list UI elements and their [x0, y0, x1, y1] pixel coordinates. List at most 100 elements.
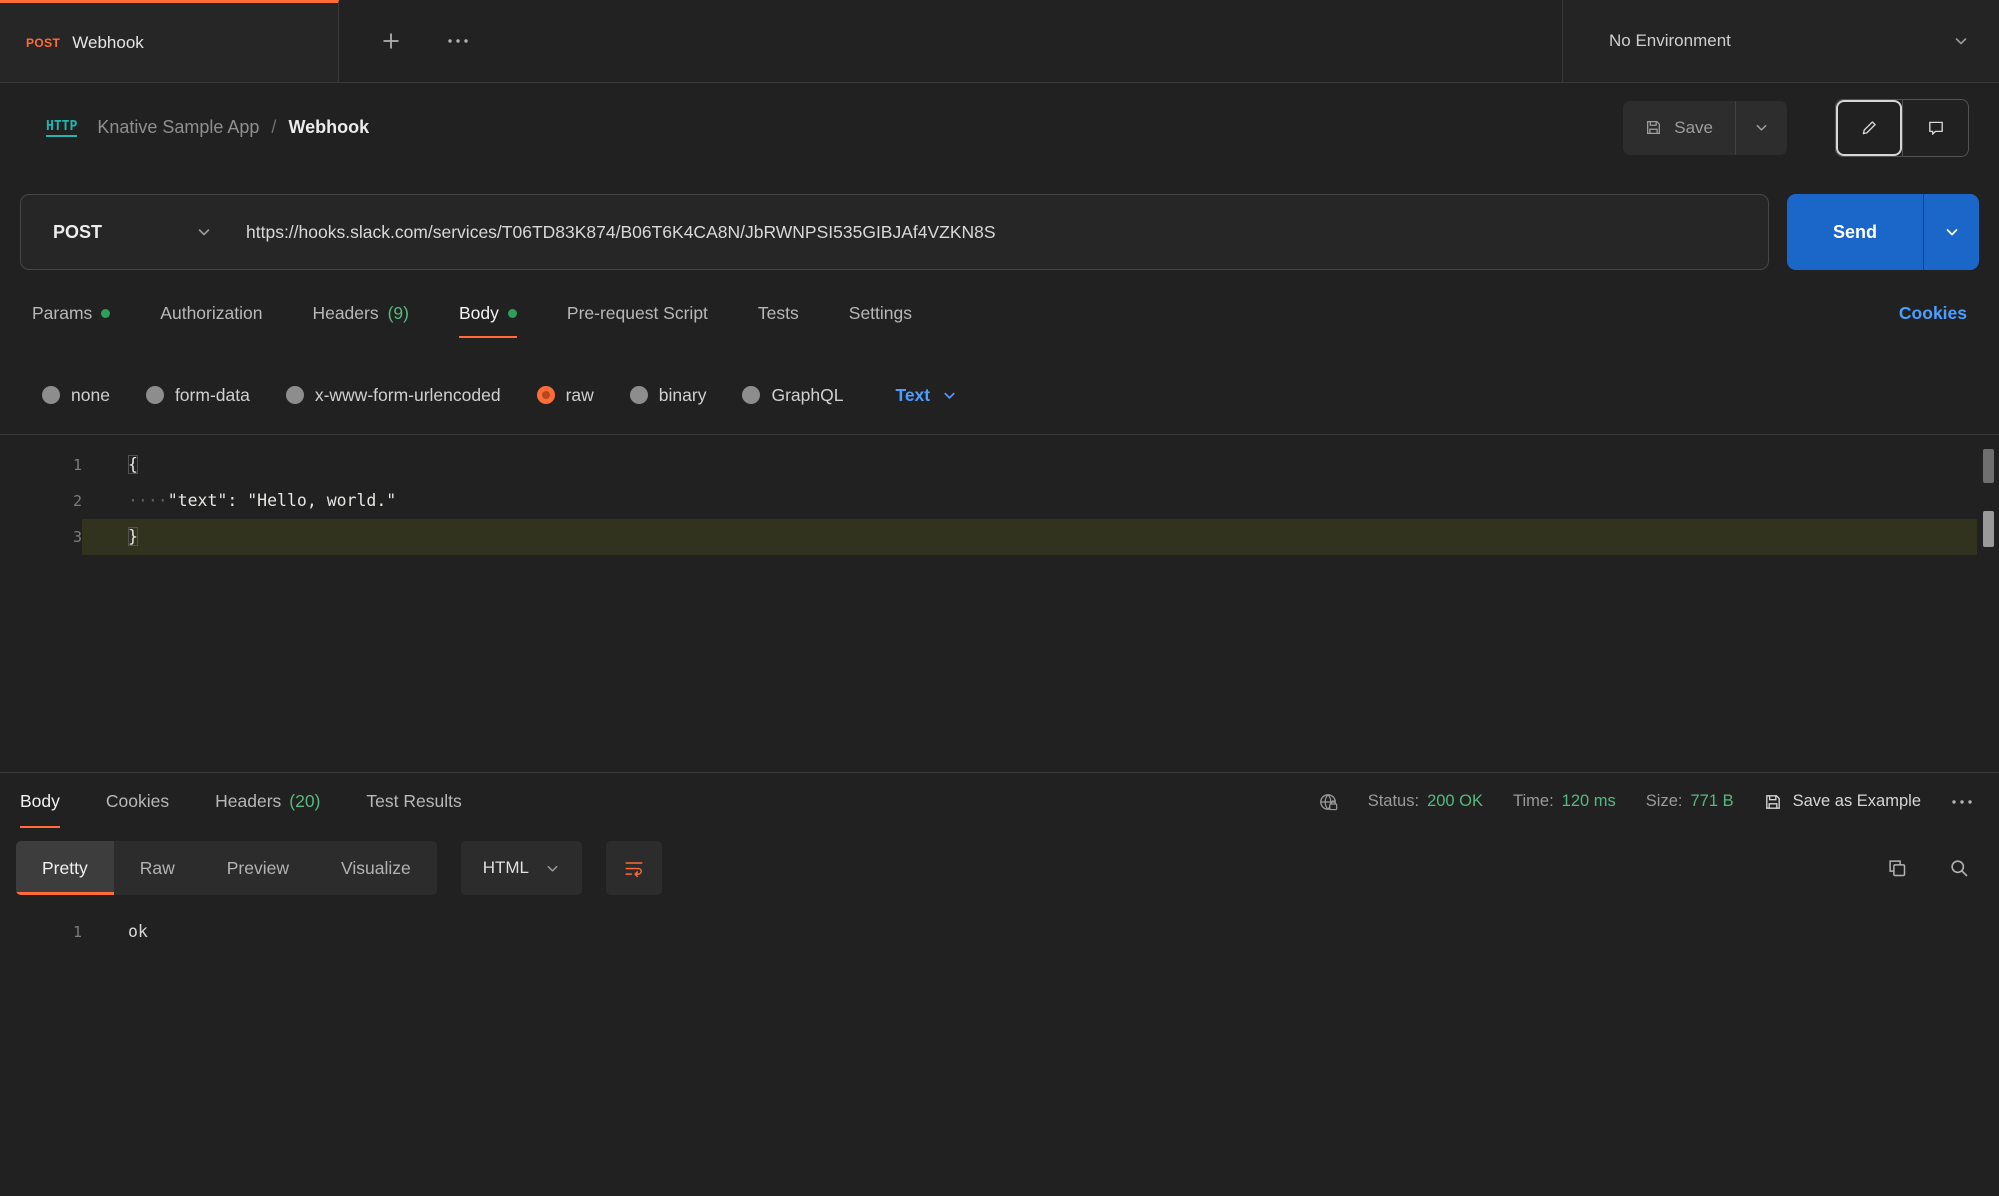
request-section-tabs: Params Authorization Headers (9) Body Pr…: [0, 270, 1999, 356]
tab-params[interactable]: Params: [32, 270, 110, 356]
scrollbar-thumb[interactable]: [1983, 449, 1994, 483]
response-tab-headers[interactable]: Headers (20): [215, 773, 320, 830]
tab-label: Headers: [312, 303, 378, 324]
params-indicator-dot: [101, 309, 110, 318]
size-label: Size:: [1646, 792, 1683, 811]
request-header-actions: Save: [1623, 99, 1969, 157]
response-tab-body[interactable]: Body: [20, 773, 60, 830]
url-row: POST Send: [0, 194, 1999, 270]
radio-icon: [146, 386, 164, 404]
save-button-label: Save: [1674, 118, 1713, 138]
response-tab-test-results[interactable]: Test Results: [366, 773, 461, 830]
edit-documentation-button[interactable]: [1836, 100, 1902, 156]
status-value: 200 OK: [1427, 792, 1483, 811]
response-meta: Status: 200 OK Time: 120 ms Size: 771 B …: [1318, 792, 1973, 812]
save-icon: [1645, 119, 1662, 136]
method-dropdown[interactable]: POST: [21, 222, 246, 243]
response-tab-cookies[interactable]: Cookies: [106, 773, 169, 830]
response-tabs: Body Cookies Headers (20) Test Results: [20, 773, 462, 830]
save-as-example-button[interactable]: Save as Example: [1764, 792, 1921, 811]
response-text: ok: [82, 914, 148, 950]
tab-headers[interactable]: Headers (9): [312, 270, 409, 356]
code-text: {: [128, 455, 138, 474]
body-type-graphql[interactable]: GraphQL: [742, 385, 843, 406]
save-button[interactable]: Save: [1623, 101, 1735, 155]
raw-format-label: Text: [895, 385, 930, 406]
radio-label: GraphQL: [771, 385, 843, 406]
wrap-lines-button[interactable]: [606, 841, 662, 895]
response-line-1: 1 ok: [0, 914, 1999, 950]
radio-label: none: [71, 385, 110, 406]
response-body[interactable]: 1 ok: [0, 898, 1999, 1196]
network-info-icon[interactable]: [1318, 792, 1338, 812]
body-type-none[interactable]: none: [42, 385, 110, 406]
copy-icon: [1887, 858, 1907, 878]
body-type-form-data[interactable]: form-data: [146, 385, 250, 406]
tab-label: Test Results: [366, 791, 461, 812]
tab-options-button[interactable]: [447, 37, 469, 45]
view-pretty-button[interactable]: Pretty: [16, 841, 114, 895]
tab-label: Tests: [758, 303, 799, 324]
raw-format-dropdown[interactable]: Text: [895, 385, 957, 406]
view-visualize-button[interactable]: Visualize: [315, 841, 437, 895]
copy-response-button[interactable]: [1887, 858, 1907, 878]
environment-selector[interactable]: No Environment: [1562, 0, 1999, 82]
chevron-down-icon: [1953, 33, 1969, 49]
save-icon: [1764, 793, 1782, 811]
more-options-icon: [1951, 798, 1973, 806]
breadcrumb-request-name[interactable]: Webhook: [288, 117, 369, 138]
documentation-comment-group: [1835, 99, 1969, 157]
headers-count: (9): [388, 303, 409, 324]
tab-pre-request-script[interactable]: Pre-request Script: [567, 270, 708, 356]
size-value: 771 B: [1690, 792, 1733, 811]
tab-label: Settings: [849, 303, 912, 324]
save-as-example-label: Save as Example: [1793, 792, 1921, 811]
code-text: }: [128, 527, 138, 546]
radio-label: x-www-form-urlencoded: [315, 385, 501, 406]
body-type-raw[interactable]: raw: [537, 385, 594, 406]
editor-line-3[interactable]: 3 }: [0, 519, 1999, 555]
editor-line-1[interactable]: 1 {: [0, 447, 1999, 483]
tab-title: Webhook: [72, 33, 144, 53]
tab-tests[interactable]: Tests: [758, 270, 799, 356]
body-type-binary[interactable]: binary: [630, 385, 707, 406]
send-options-button[interactable]: [1923, 194, 1979, 270]
search-response-button[interactable]: [1949, 858, 1969, 878]
save-options-button[interactable]: [1735, 101, 1787, 155]
view-preview-button[interactable]: Preview: [201, 841, 315, 895]
plus-icon: [381, 31, 401, 51]
response-format-dropdown[interactable]: HTML: [461, 841, 582, 895]
new-tab-button[interactable]: [381, 31, 401, 51]
send-button[interactable]: Send: [1787, 194, 1923, 270]
radio-label: binary: [659, 385, 707, 406]
comment-icon: [1927, 119, 1945, 137]
radio-icon: [42, 386, 60, 404]
comments-button[interactable]: [1902, 100, 1968, 156]
postman-window: POST Webhook No Environment HTTP: [0, 0, 1999, 1196]
response-view-switcher: Pretty Raw Preview Visualize: [16, 841, 437, 895]
tab-label: Body: [20, 791, 60, 812]
breadcrumb-collection[interactable]: Knative Sample App: [97, 117, 259, 138]
whitespace-dots: ····: [128, 491, 168, 510]
open-request-tab[interactable]: POST Webhook: [0, 0, 339, 82]
body-type-urlencoded[interactable]: x-www-form-urlencoded: [286, 385, 501, 406]
editor-line-2[interactable]: 2 ····"text": "Hello, world.": [0, 483, 1999, 519]
view-raw-button[interactable]: Raw: [114, 841, 201, 895]
tab-body[interactable]: Body: [459, 270, 517, 356]
url-input[interactable]: [246, 222, 1768, 243]
tab-authorization[interactable]: Authorization: [160, 270, 262, 356]
search-icon: [1949, 858, 1969, 878]
time-label: Time:: [1513, 792, 1554, 811]
size-badge: Size: 771 B: [1646, 792, 1734, 811]
time-badge: Time: 120 ms: [1513, 792, 1616, 811]
tab-settings[interactable]: Settings: [849, 270, 912, 356]
response-format-label: HTML: [483, 858, 529, 878]
send-button-group: Send: [1787, 194, 1979, 270]
editor-scrollbar[interactable]: [1982, 447, 1995, 587]
response-options-button[interactable]: [1951, 798, 1973, 806]
radio-icon: [630, 386, 648, 404]
request-body-editor[interactable]: 1 { 2 ····"text": "Hello, world." 3 }: [0, 434, 1999, 772]
cookies-link[interactable]: Cookies: [1899, 303, 1967, 324]
save-button-group: Save: [1623, 101, 1787, 155]
scrollbar-thumb[interactable]: [1983, 511, 1994, 547]
